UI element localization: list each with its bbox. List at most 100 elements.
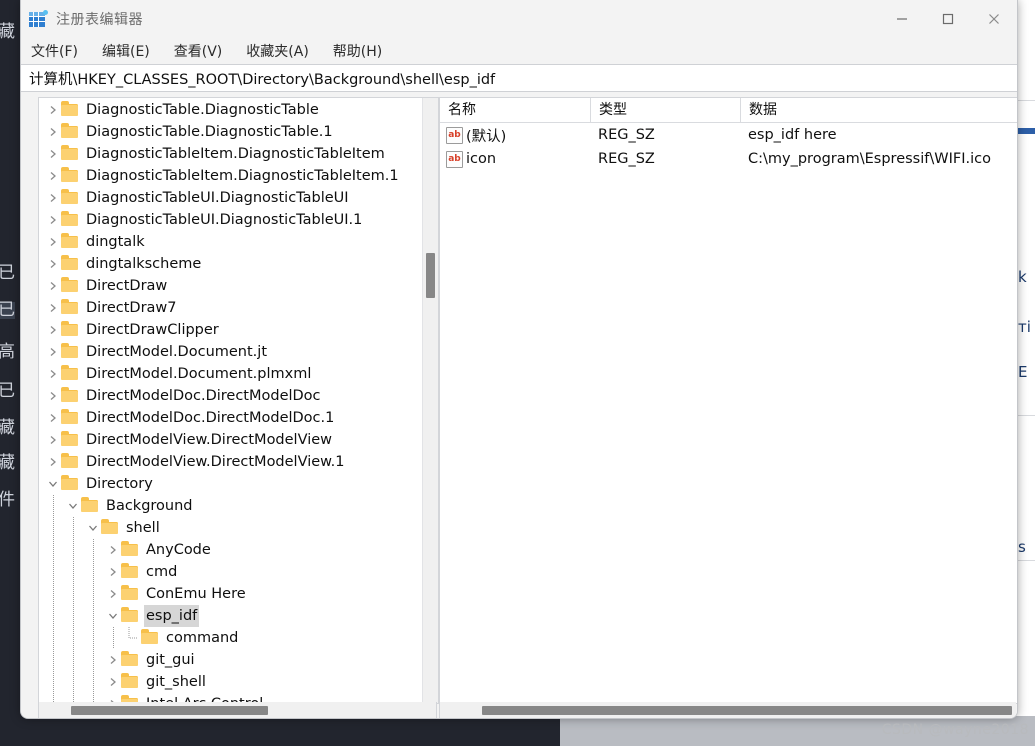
tree-item[interactable]: DirectDraw7 xyxy=(39,297,438,319)
chevron-down-icon[interactable] xyxy=(105,605,121,627)
tree-item[interactable]: DiagnosticTableUI.DiagnosticTableUI xyxy=(39,187,438,209)
folder-icon xyxy=(61,231,79,253)
tree-item-label: git_gui xyxy=(146,652,195,668)
value-row[interactable]: ab icon REG_SZ C:\my_program\Espressif\WIFI… xyxy=(440,147,1017,171)
tree-item-label: DirectDrawClipper xyxy=(86,322,219,338)
tree-item-label: DirectModelDoc.DirectModelDoc xyxy=(86,388,321,404)
tree-item[interactable]: Background xyxy=(39,495,438,517)
registry-key-tree[interactable]: DiagnosticTable.DiagnosticTable Diagnosti… xyxy=(38,97,439,704)
chevron-right-icon[interactable] xyxy=(105,671,121,693)
tree-item[interactable]: command xyxy=(39,627,438,649)
value-hscroll-thumb[interactable] xyxy=(482,706,1012,715)
folder-icon xyxy=(61,363,79,385)
tree-item[interactable]: DiagnosticTableItem.DiagnosticTableItem xyxy=(39,143,438,165)
column-header-data[interactable]: 数据 xyxy=(740,98,1016,122)
tree-scrollbar-thumb[interactable] xyxy=(426,253,435,298)
minimize-button[interactable] xyxy=(879,0,925,38)
tree-item[interactable]: ConEmu Here xyxy=(39,583,438,605)
tree-item[interactable]: git_gui xyxy=(39,649,438,671)
background-right-fragment: k xyxy=(1018,268,1027,286)
tree-item[interactable]: git_shell xyxy=(39,671,438,693)
menu-item-1[interactable]: 编辑(E) xyxy=(102,41,150,61)
folder-icon xyxy=(121,649,139,671)
chevron-right-icon[interactable] xyxy=(45,407,61,429)
value-row[interactable]: ab (默认) REG_SZ esp_idf here xyxy=(440,123,1017,147)
tree-item[interactable]: DiagnosticTable.DiagnosticTable xyxy=(39,99,438,121)
tree-item[interactable]: DiagnosticTableItem.DiagnosticTableItem.… xyxy=(39,165,438,187)
folder-icon xyxy=(121,671,139,693)
chevron-right-icon[interactable] xyxy=(45,165,61,187)
tree-item[interactable]: DirectModelDoc.DirectModelDoc xyxy=(39,385,438,407)
tree-item[interactable]: DirectModelView.DirectModelView.1 xyxy=(39,451,438,473)
tree-vertical-scrollbar[interactable] xyxy=(422,98,438,703)
tree-item[interactable]: DiagnosticTableUI.DiagnosticTableUI.1 xyxy=(39,209,438,231)
column-header-name[interactable]: 名称 xyxy=(440,98,590,122)
folder-icon xyxy=(81,495,99,517)
tree-item[interactable]: dingtalkscheme xyxy=(39,253,438,275)
registry-value-list[interactable]: 名称 类型 数据 ab (默认) REG_SZ esp_idf here ab icon REG… xyxy=(439,97,1017,704)
folder-icon xyxy=(61,407,79,429)
chevron-right-icon[interactable] xyxy=(45,99,61,121)
chevron-right-icon[interactable] xyxy=(45,451,61,473)
tree-item[interactable]: DirectModel.Document.jt xyxy=(39,341,438,363)
string-value-icon: ab xyxy=(446,126,463,144)
chevron-right-icon[interactable] xyxy=(45,187,61,209)
chevron-right-icon[interactable] xyxy=(45,275,61,297)
menu-item-4[interactable]: 帮助(H) xyxy=(333,41,382,61)
chevron-down-icon[interactable] xyxy=(65,495,81,517)
maximize-button[interactable] xyxy=(925,0,971,38)
chevron-right-icon[interactable] xyxy=(45,363,61,385)
chevron-right-icon[interactable] xyxy=(105,649,121,671)
tree-item-label: cmd xyxy=(146,564,178,580)
tree-item[interactable]: DirectModel.Document.plmxml xyxy=(39,363,438,385)
value-horizontal-scrollbar[interactable] xyxy=(439,702,1016,718)
tree-item-label: DirectModelView.DirectModelView xyxy=(86,432,332,448)
value-data-cell: C:\my_program\Espressif\WIFI.ico xyxy=(748,151,991,167)
menu-item-2[interactable]: 查看(V) xyxy=(174,41,223,61)
chevron-right-icon[interactable] xyxy=(45,385,61,407)
column-header-type[interactable]: 类型 xyxy=(590,98,740,122)
folder-icon xyxy=(61,121,79,143)
registry-editor-icon xyxy=(29,10,48,28)
chevron-right-icon[interactable] xyxy=(45,297,61,319)
menu-item-3[interactable]: 收藏夹(A) xyxy=(246,41,309,61)
chevron-down-icon[interactable] xyxy=(85,517,101,539)
tree-item[interactable]: cmd xyxy=(39,561,438,583)
background-char: 已 xyxy=(0,381,15,401)
folder-icon xyxy=(61,165,79,187)
csdn-watermark: CSDN @wayne2018 xyxy=(881,722,1029,738)
background-char: 已 xyxy=(0,263,15,283)
tree-horizontal-scrollbar[interactable] xyxy=(38,702,437,718)
tree-item-label: git_shell xyxy=(146,674,206,690)
tree-item[interactable]: DirectDrawClipper xyxy=(39,319,438,341)
close-button[interactable] xyxy=(971,0,1017,38)
tree-hscroll-thumb[interactable] xyxy=(71,706,268,715)
tree-item[interactable]: AnyCode xyxy=(39,539,438,561)
chevron-right-icon[interactable] xyxy=(45,341,61,363)
chevron-down-icon[interactable] xyxy=(45,473,61,495)
tree-item[interactable]: shell xyxy=(39,517,438,539)
address-bar[interactable]: 计算机\HKEY_CLASSES_ROOT\Directory\Backgrou… xyxy=(21,64,1017,92)
chevron-right-icon[interactable] xyxy=(45,121,61,143)
folder-icon xyxy=(121,561,139,583)
chevron-right-icon[interactable] xyxy=(105,583,121,605)
tree-item-label: DirectModel.Document.jt xyxy=(86,344,268,360)
tree-item[interactable]: DiagnosticTable.DiagnosticTable.1 xyxy=(39,121,438,143)
background-right-rule-3 xyxy=(1016,560,1035,561)
tree-item[interactable]: DirectDraw xyxy=(39,275,438,297)
chevron-right-icon[interactable] xyxy=(45,429,61,451)
chevron-right-icon[interactable] xyxy=(45,143,61,165)
tree-item[interactable]: esp_idf xyxy=(39,605,438,627)
tree-item[interactable]: DirectModelView.DirectModelView xyxy=(39,429,438,451)
chevron-right-icon[interactable] xyxy=(45,319,61,341)
menu-item-0[interactable]: 文件(F) xyxy=(31,41,78,61)
tree-item[interactable]: DirectModelDoc.DirectModelDoc.1 xyxy=(39,407,438,429)
chevron-right-icon[interactable] xyxy=(105,561,121,583)
tree-item[interactable]: dingtalk xyxy=(39,231,438,253)
tree-item[interactable]: Directory xyxy=(39,473,438,495)
chevron-right-icon[interactable] xyxy=(45,231,61,253)
window-controls xyxy=(879,0,1017,38)
chevron-right-icon[interactable] xyxy=(45,253,61,275)
chevron-right-icon[interactable] xyxy=(45,209,61,231)
chevron-right-icon[interactable] xyxy=(105,539,121,561)
